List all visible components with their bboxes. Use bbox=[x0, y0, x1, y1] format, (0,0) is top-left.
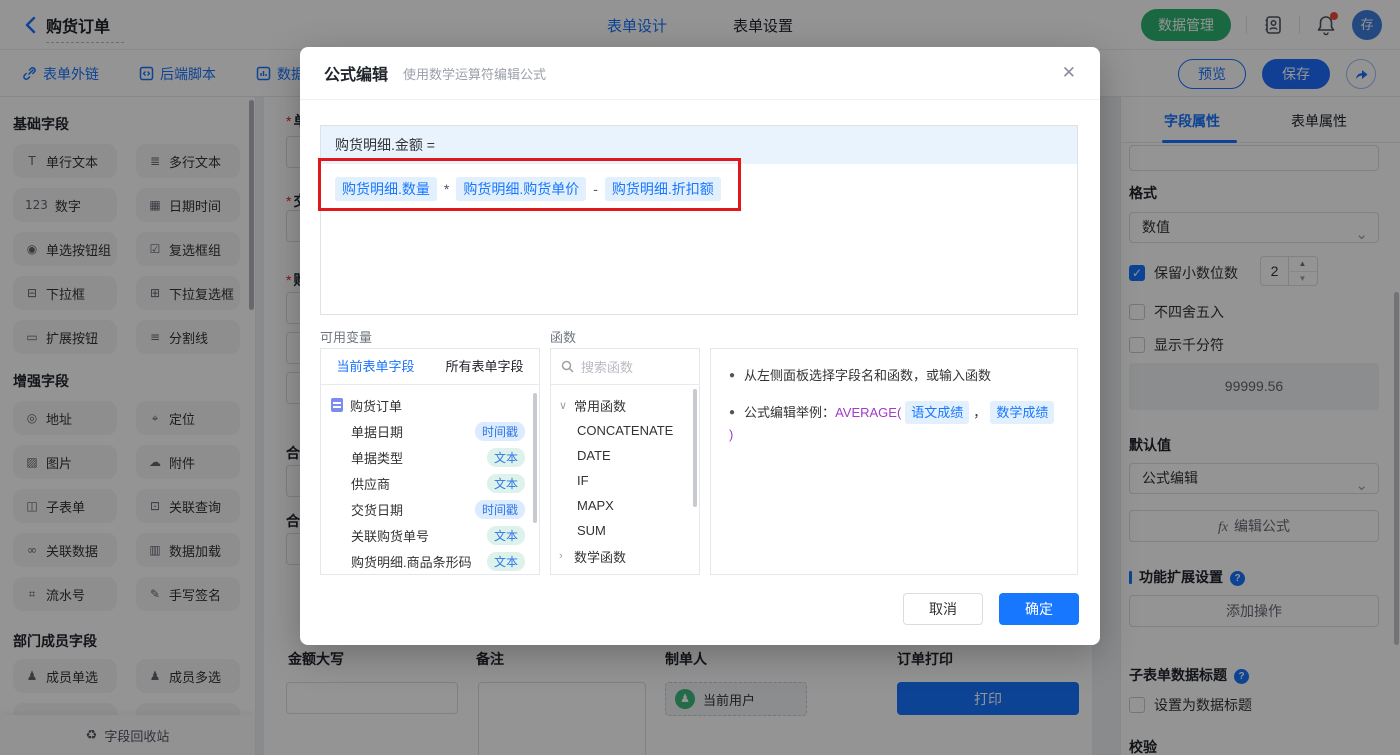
tab-all-form-fields[interactable]: 所有表单字段 bbox=[430, 349, 539, 384]
variable-item[interactable]: 关联购货单号 文本 bbox=[321, 522, 539, 548]
chevron-down-icon: ∨ bbox=[559, 399, 568, 412]
formula-token[interactable]: 购货明细.数量 bbox=[335, 177, 437, 201]
function-item[interactable]: SUM bbox=[551, 518, 699, 543]
search-icon bbox=[561, 360, 574, 373]
variable-name: 供应商 bbox=[351, 476, 391, 492]
functions-scrollbar[interactable] bbox=[693, 389, 697, 507]
variables-label: 可用变量 bbox=[320, 330, 373, 345]
variables-root-node[interactable]: 购货订单 bbox=[321, 392, 539, 418]
variable-name: 交货日期 bbox=[351, 502, 404, 518]
formula-editor[interactable]: 购货明细.金额 = 购货明细.数量 * 购货明细.购货单价 - 购货明细.折扣额 bbox=[320, 125, 1078, 315]
app-window: 购货订单 表单设计 表单设置 数据管理 存 表单外链 后端脚本 数据权 预览 保… bbox=[0, 0, 1400, 755]
example-field-chip: 语文成绩 bbox=[905, 401, 970, 424]
variable-item[interactable]: 购货明细.商品条形码 文本 bbox=[321, 548, 539, 574]
example-field-chip: 数学成绩 bbox=[990, 401, 1055, 424]
bullet-icon: ● bbox=[729, 370, 736, 381]
example-function-close: ) bbox=[729, 427, 734, 442]
function-list: CONCATENATE DATE IF MAPX SUM bbox=[551, 418, 699, 543]
function-tree: ∨ 常用函数 CONCATENATEDATEIFMAPXSUM › 数学函数 ›… bbox=[551, 385, 699, 574]
variable-name: 单据日期 bbox=[351, 424, 404, 440]
hints-panel: ● 从左侧面板选择字段名和函数，或输入函数 ● 公式编辑举例： AVERAGE(… bbox=[710, 348, 1078, 575]
variables-field-list: 单据日期 时间戳 单据类型 文本 供应商 文本 交货日期 时间戳 关联购货单号 … bbox=[321, 418, 539, 574]
variable-type-badge: 文本 bbox=[486, 447, 525, 467]
variable-type-badge: 文本 bbox=[486, 525, 525, 545]
variable-type-badge: 文本 bbox=[486, 473, 525, 493]
variable-item[interactable]: 单据类型 文本 bbox=[321, 444, 539, 470]
example-function-open: AVERAGE( bbox=[835, 405, 902, 420]
search-placeholder: 搜索函数 bbox=[581, 360, 634, 375]
formula-token[interactable]: 购货明细.购货单价 bbox=[456, 177, 587, 201]
variable-item[interactable]: 单据日期 时间戳 bbox=[321, 418, 539, 444]
modal-header: 公式编辑 使用数学运算符编辑公式 ✕ bbox=[300, 47, 1100, 100]
variable-type-badge: 文本 bbox=[486, 551, 525, 571]
variables-scrollbar[interactable] bbox=[533, 393, 537, 523]
hint-line-2: ● 公式编辑举例： AVERAGE( 语文成绩 ， 数学成绩 ) bbox=[729, 401, 1059, 445]
variables-root-label: 购货订单 bbox=[350, 398, 403, 414]
variable-type-badge: 时间戳 bbox=[474, 499, 525, 519]
confirm-button[interactable]: 确定 bbox=[999, 593, 1079, 625]
variable-name: 单据类型 bbox=[351, 450, 404, 466]
function-item[interactable]: IF bbox=[551, 468, 699, 493]
formula-target: 购货明细.金额 = bbox=[321, 126, 1077, 164]
functions-panel: 搜索函数 ∨ 常用函数 CONCATENATE DATE IF MAPX SUM › 数… bbox=[550, 348, 700, 575]
variable-name: 关联购货单号 bbox=[351, 528, 430, 544]
variables-panel: 当前表单字段 所有表单字段 购货订单 单据日期 时间戳 单据类型 文本 供应商 … bbox=[320, 348, 540, 575]
variable-item[interactable]: 交货日期 时间戳 bbox=[321, 496, 539, 522]
hint-line-1: ● 从左侧面板选择字段名和函数，或输入函数 bbox=[729, 365, 1059, 386]
function-group-math[interactable]: › 数学函数 bbox=[551, 543, 699, 569]
function-search[interactable]: 搜索函数 bbox=[551, 349, 699, 385]
variable-name: 购货明细.商品条形码 bbox=[351, 554, 472, 570]
bullet-icon: ● bbox=[729, 407, 736, 418]
formula-token[interactable]: - bbox=[593, 181, 598, 197]
function-group-text[interactable]: › 文本函数 bbox=[551, 569, 699, 574]
functions-label: 函数 bbox=[550, 330, 577, 345]
formula-editor-modal: 公式编辑 使用数学运算符编辑公式 ✕ 购货明细.金额 = 购货明细.数量 * 购货明… bbox=[300, 47, 1100, 645]
function-item[interactable]: MAPX bbox=[551, 493, 699, 518]
formula-expression[interactable]: 购货明细.数量 * 购货明细.购货单价 - 购货明细.折扣额 bbox=[321, 164, 1077, 214]
tab-current-form-fields[interactable]: 当前表单字段 bbox=[321, 349, 430, 384]
variables-tabs: 当前表单字段 所有表单字段 bbox=[321, 349, 539, 385]
modal-title: 公式编辑 bbox=[324, 67, 389, 84]
function-group-common[interactable]: ∨ 常用函数 bbox=[551, 392, 699, 418]
cancel-button[interactable]: 取消 bbox=[903, 593, 983, 625]
formula-token[interactable]: * bbox=[444, 181, 449, 197]
form-doc-icon bbox=[331, 398, 343, 412]
variable-item[interactable]: 供应商 文本 bbox=[321, 470, 539, 496]
close-icon[interactable]: ✕ bbox=[1062, 63, 1076, 83]
variables-tree: 购货订单 单据日期 时间戳 单据类型 文本 供应商 文本 交货日期 时间戳 关联… bbox=[321, 385, 539, 574]
modal-subtitle: 使用数学运算符编辑公式 bbox=[403, 66, 547, 82]
function-item[interactable]: DATE bbox=[551, 443, 699, 468]
function-item[interactable]: CONCATENATE bbox=[551, 418, 699, 443]
chevron-right-icon: › bbox=[559, 550, 563, 562]
variable-type-badge: 时间戳 bbox=[474, 421, 525, 441]
formula-token[interactable]: 购货明细.折扣额 bbox=[604, 177, 721, 201]
